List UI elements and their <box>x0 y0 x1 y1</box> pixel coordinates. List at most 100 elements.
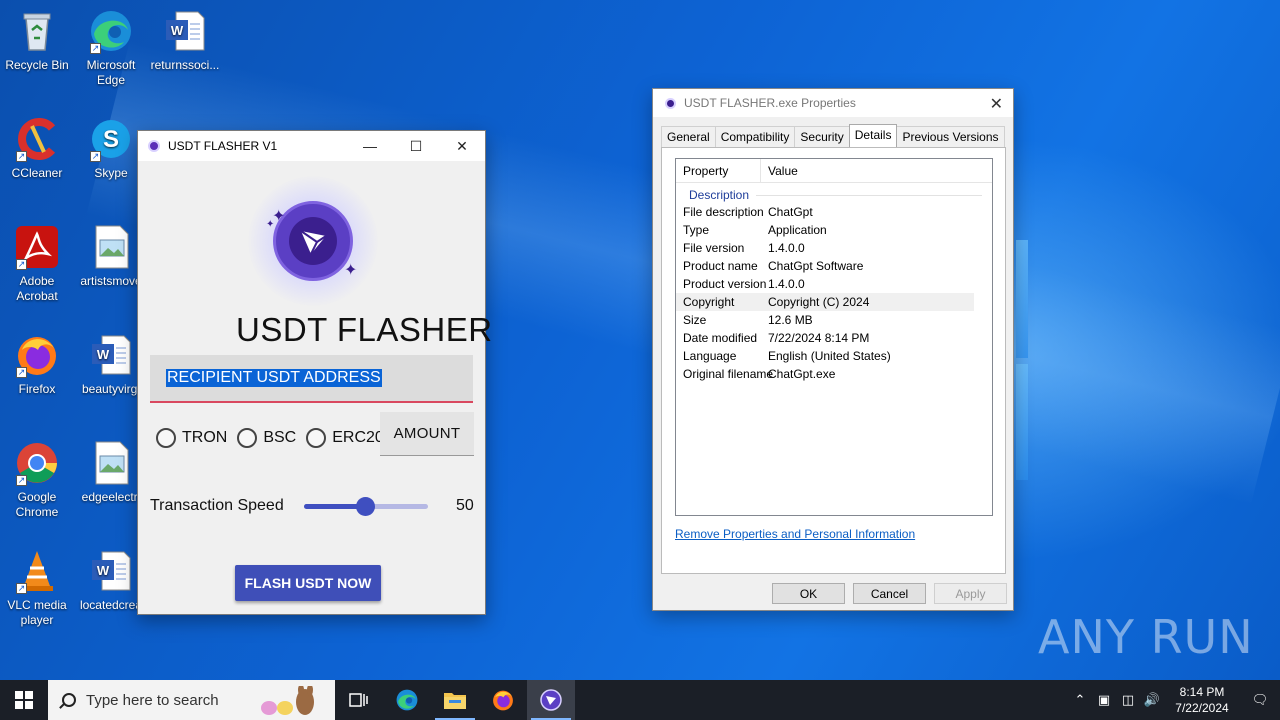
taskbar-usdt-flasher[interactable] <box>527 680 575 720</box>
table-row[interactable]: Type Application <box>676 221 992 239</box>
amount-input[interactable]: AMOUNT <box>380 412 474 456</box>
tab-details[interactable]: Details <box>848 124 898 147</box>
taskbar-firefox[interactable] <box>479 680 527 720</box>
properties-titlebar[interactable]: USDT FLASHER.exe Properties ✕ <box>653 89 1013 117</box>
property-value: 1.4.0.0 <box>768 277 805 291</box>
table-row[interactable]: Product name ChatGpt Software <box>676 257 992 275</box>
desktop-icon-label: returnssoci... <box>150 58 220 72</box>
radio-bsc[interactable] <box>237 428 258 448</box>
details-list[interactable]: Property Value Description File descript… <box>675 158 993 516</box>
taskbar: Type here to search ⌃ ▣ ◫ 🔊 8:14 PM 7/22… <box>0 680 1280 720</box>
table-row-selected[interactable]: Copyright Copyright (C) 2024 <box>676 293 974 311</box>
network-icon[interactable]: ◫ <box>1116 692 1140 708</box>
desktop-icon-label: CCleaner <box>11 166 63 180</box>
table-row[interactable]: Product version 1.4.0.0 <box>676 275 992 293</box>
desktop-icon-recycle-bin[interactable]: Recycle Bin <box>0 8 74 73</box>
apply-button[interactable]: Apply <box>934 583 1007 604</box>
desktop-icon-ccleaner[interactable]: ↗ CCleaner <box>0 116 74 181</box>
clock-date: 7/22/2024 <box>1175 701 1229 715</box>
taskbar-search-input[interactable]: Type here to search <box>48 680 335 720</box>
table-row[interactable]: Language English (United States) <box>676 347 992 365</box>
properties-dialog: USDT FLASHER.exe Properties ✕ General Co… <box>652 88 1014 611</box>
property-value: ChatGpt.exe <box>768 367 836 381</box>
property-name: Size <box>683 313 707 327</box>
radio-tron-label: TRON <box>182 429 228 446</box>
desktop-icon-vlc[interactable]: ↗ VLC media player <box>0 548 74 628</box>
svg-text:W: W <box>97 563 110 578</box>
desktop-icon-label: Microsoft Edge <box>86 58 136 87</box>
network-radio-group: TRON BSC ERC20 <box>156 428 394 448</box>
shortcut-arrow-icon: ↗ <box>16 475 27 486</box>
cancel-button[interactable]: Cancel <box>853 583 926 604</box>
property-value: 1.4.0.0 <box>768 241 805 255</box>
table-row[interactable]: Date modified 7/22/2024 8:14 PM <box>676 329 992 347</box>
transaction-speed-slider[interactable] <box>304 497 428 516</box>
start-button[interactable] <box>0 680 48 720</box>
radio-tron[interactable] <box>156 428 176 448</box>
table-row[interactable]: File description ChatGpt <box>676 203 992 221</box>
flash-usdt-button[interactable]: FLASH USDT NOW <box>235 565 381 601</box>
desktop-icon-returnssoci[interactable]: W returnssoci... <box>148 8 222 73</box>
maximize-icon[interactable]: ☐ <box>393 131 439 161</box>
usdt-window-titlebar[interactable]: USDT FLASHER V1 — ☐ ✕ <box>138 131 485 161</box>
notification-icon[interactable]: 🗨 <box>1240 692 1280 708</box>
radio-erc20[interactable] <box>306 428 327 448</box>
tab-compatibility[interactable]: Compatibility <box>714 126 796 147</box>
desktop-icon-edge[interactable]: ↗ Microsoft Edge <box>74 8 148 88</box>
desktop-icon-adobe-acrobat[interactable]: ↗ Adobe Acrobat <box>0 224 74 304</box>
ccleaner-icon: ↗ <box>14 116 60 162</box>
slider-thumb[interactable] <box>356 497 375 516</box>
volume-icon[interactable]: 🔊 <box>1140 692 1164 708</box>
property-value: Copyright (C) 2024 <box>768 295 870 309</box>
tab-general[interactable]: General <box>661 126 716 147</box>
chevron-up-icon[interactable]: ⌃ <box>1068 692 1092 708</box>
minimize-icon[interactable]: — <box>347 131 393 161</box>
table-row[interactable]: Size 12.6 MB <box>676 311 992 329</box>
tab-security[interactable]: Security <box>794 126 850 147</box>
word-document-icon: W <box>162 8 208 54</box>
meet-now-icon[interactable]: ▣ <box>1092 692 1116 708</box>
transaction-speed-value: 50 <box>456 497 474 514</box>
shortcut-arrow-icon: ↗ <box>90 43 101 54</box>
remove-properties-link[interactable]: Remove Properties and Personal Informati… <box>675 527 915 541</box>
adobe-acrobat-icon: ↗ <box>14 224 60 270</box>
property-name: Date modified <box>683 331 758 345</box>
column-header-property[interactable]: Property <box>676 158 761 183</box>
usdt-heading: USDT FLASHER <box>236 311 493 348</box>
transaction-speed-label: Transaction Speed <box>150 497 284 514</box>
close-icon[interactable]: ✕ <box>439 131 485 161</box>
svg-text:W: W <box>171 23 184 38</box>
property-value: ChatGpt <box>768 205 813 219</box>
properties-title: USDT FLASHER.exe Properties <box>684 96 856 110</box>
app-icon <box>665 97 676 109</box>
windows-start-icon <box>15 691 33 709</box>
taskbar-file-explorer[interactable] <box>431 680 479 720</box>
property-name: Product name <box>683 259 758 273</box>
tab-previous-versions[interactable]: Previous Versions <box>896 126 1005 147</box>
desktop-icon-label: Recycle Bin <box>5 58 69 72</box>
firefox-icon <box>493 690 513 711</box>
anyrun-watermark: ANY RUN <box>1038 610 1254 664</box>
property-name: Language <box>683 349 737 363</box>
shortcut-arrow-icon: ↗ <box>16 583 27 594</box>
table-row[interactable]: File version 1.4.0.0 <box>676 239 992 257</box>
close-icon[interactable]: ✕ <box>990 94 1003 114</box>
taskbar-edge[interactable] <box>383 680 431 720</box>
details-list-header: Property Value <box>676 158 992 183</box>
window-controls: — ☐ ✕ <box>347 131 485 161</box>
chrome-icon: ↗ <box>14 440 60 486</box>
svg-text:W: W <box>97 347 110 362</box>
task-view-button[interactable] <box>335 680 383 720</box>
desktop-icon-google-chrome[interactable]: ↗ Google Chrome <box>0 440 74 520</box>
table-row[interactable]: Original filename ChatGpt.exe <box>676 365 992 383</box>
desktop-icon-label: Firefox <box>18 382 56 396</box>
recipient-address-input[interactable]: RECIPIENT USDT ADDRESS <box>150 355 473 403</box>
taskbar-clock[interactable]: 8:14 PM 7/22/2024 <box>1164 684 1240 716</box>
ok-button[interactable]: OK <box>772 583 845 604</box>
clock-time: 8:14 PM <box>1179 685 1225 699</box>
desktop-icon-firefox[interactable]: ↗ Firefox <box>0 332 74 397</box>
property-value: 12.6 MB <box>768 313 813 327</box>
property-value: Application <box>768 223 827 237</box>
column-header-value[interactable]: Value <box>761 159 798 183</box>
sparkle-icon: ✦ <box>344 262 358 279</box>
